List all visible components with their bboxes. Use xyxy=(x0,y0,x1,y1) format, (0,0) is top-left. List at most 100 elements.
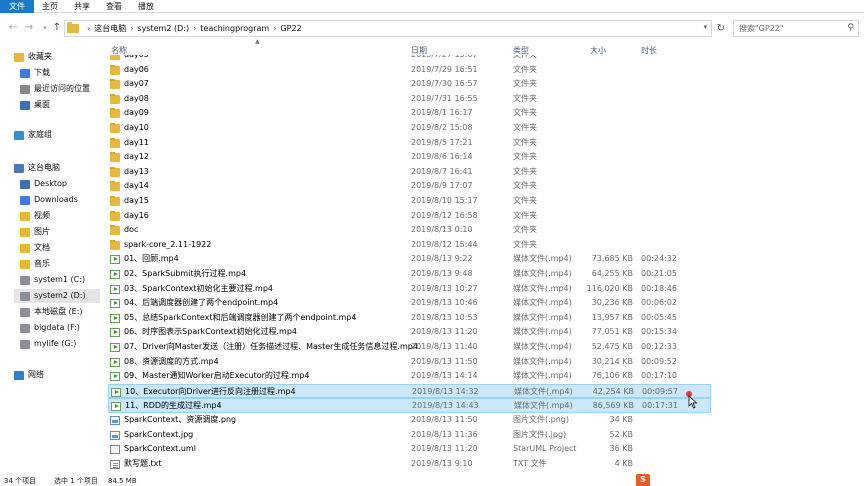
vertical-scrollbar[interactable] xyxy=(852,55,864,475)
file-row[interactable]: day09 2019/8/1 16:17 文件夹 xyxy=(108,106,711,121)
file-date: 2019/8/13 11:36 xyxy=(411,429,478,439)
status-bar: 34 个项目 选中 1 个项目 84.5 MB xyxy=(0,476,864,486)
file-type: 文件夹 xyxy=(513,225,537,235)
file-row[interactable]: 09、Master通知Worker启动Executor的过程.mp4 2019/8… xyxy=(108,369,711,384)
nav-item[interactable]: 视频 xyxy=(14,209,100,223)
file-row[interactable]: 04、后端调度器创建了两个endpoint.mp4 2019/8/13 10:46… xyxy=(108,296,711,311)
ribbon-tab[interactable]: 共享 xyxy=(66,0,98,13)
file-row[interactable]: day12 2019/8/6 16:14 文件夹 xyxy=(108,150,711,165)
file-type: 媒体文件(.mp4) xyxy=(514,386,573,396)
file-date: 2019/8/13 9:22 xyxy=(411,254,473,264)
file-row[interactable]: 03、SparkContext初始化主要过程.mp4 2019/8/13 10:2… xyxy=(108,282,711,297)
nav-item[interactable]: 本地磁盘 (E:) xyxy=(14,305,100,319)
file-date: 2019/8/13 11:40 xyxy=(411,342,478,351)
nav-item[interactable]: Downloads xyxy=(14,193,100,207)
nav-item[interactable]: 图片 xyxy=(14,225,100,239)
nav-item[interactable]: Desktop xyxy=(14,177,100,191)
nav-item[interactable]: 最近访问的位置 xyxy=(14,82,100,96)
video-file-icon xyxy=(110,255,120,265)
drive-icon xyxy=(20,323,30,333)
address-row: ← → ▾ ↑ › 这台电脑 › system2 (D:) › teaching… xyxy=(0,18,864,40)
nav-item[interactable]: 这台电脑 xyxy=(8,161,100,175)
file-row[interactable]: day06 2019/7/29 16:51 文件夹 xyxy=(108,63,711,78)
file-duration: 00:17:31 xyxy=(642,401,678,411)
file-row[interactable]: day08 2019/7/31 16:55 文件夹 xyxy=(108,92,711,107)
chevron-right-icon[interactable]: › xyxy=(130,24,133,33)
ribbon-tab[interactable]: 文件 xyxy=(0,0,34,13)
file-row[interactable]: SparkContext.jpg 2019/8/13 11:36 图片文件(.jpg… xyxy=(108,428,711,443)
ribbon-tab[interactable]: 主页 xyxy=(34,0,66,13)
address-dropdown-icon[interactable]: ▾ xyxy=(703,23,707,31)
file-row[interactable]: day15 2019/8/10 15:17 文件夹 xyxy=(108,194,711,209)
chevron-right-icon[interactable]: › xyxy=(193,24,196,33)
file-row[interactable]: day07 2019/7/30 16:57 文件夹 xyxy=(108,77,711,92)
breadcrumb-item[interactable]: 这台电脑 xyxy=(94,23,126,34)
file-date: 2019/8/13 11:20 xyxy=(411,327,478,337)
file-date: 2019/8/9 17:07 xyxy=(411,181,473,191)
file-size: 64,255 KB xyxy=(591,269,633,278)
file-row[interactable]: day16 2019/8/12 16:58 文件夹 xyxy=(108,209,711,224)
file-name: 默写题.txt xyxy=(124,458,162,468)
nav-item[interactable]: bigdata (F:) xyxy=(14,321,100,335)
file-row[interactable]: 02、SparkSubmit执行过程.mp4 2019/8/13 9:48 媒体文件… xyxy=(108,267,711,282)
file-row[interactable]: 01、回顾.mp4 2019/8/13 9:22 媒体文件(.mp4) 73,685 … xyxy=(108,252,711,267)
txt-file-icon xyxy=(110,459,120,469)
back-arrow-icon[interactable]: ← xyxy=(6,21,20,35)
nav-item[interactable]: system1 (C:) xyxy=(14,273,100,287)
file-row[interactable]: day11 2019/8/5 17:21 文件夹 xyxy=(108,136,711,151)
file-name: SparkContext、资源调度.png xyxy=(124,415,237,424)
file-row[interactable]: day10 2019/8/2 15:08 文件夹 xyxy=(108,121,711,136)
nav-item[interactable]: 家庭组 xyxy=(8,128,100,142)
file-row[interactable]: 08、资源调度的方式.mp4 2019/8/13 11:50 媒体文件(.mp4) 3… xyxy=(108,355,711,370)
nav-item[interactable]: 网络 xyxy=(8,368,100,382)
file-row[interactable]: SparkContext、资源调度.png 2019/8/13 11:50 图片文件… xyxy=(108,413,711,428)
search-input[interactable] xyxy=(739,24,839,33)
search-icon[interactable]: ⚲ xyxy=(847,23,854,33)
video-file-icon xyxy=(110,328,120,338)
nav-item[interactable]: 文档 xyxy=(14,241,100,255)
breadcrumb-item[interactable]: GP22 xyxy=(280,24,301,33)
file-duration: 00:05:45 xyxy=(641,312,677,322)
nav-item[interactable]: mylife (G:) xyxy=(14,337,100,351)
file-type: 媒体文件(.mp4) xyxy=(513,298,572,308)
ribbon-tab[interactable]: 播放 xyxy=(130,0,162,13)
file-row[interactable]: 05、总结SparkContext和后端调度器创建了两个endpoint.mp4… xyxy=(108,311,711,326)
search-box[interactable]: ⚲ xyxy=(733,20,859,37)
forward-arrow-icon[interactable]: → xyxy=(22,21,36,35)
file-row[interactable]: 06、时序图表示SparkContext初始化过程.mp4 2019/8/13 1… xyxy=(108,325,711,340)
pictures-folder-icon xyxy=(20,227,30,237)
video-file-icon xyxy=(110,270,120,279)
file-row[interactable]: day13 2019/8/7 16:41 文件夹 xyxy=(108,165,711,180)
nav-item[interactable]: 下载 xyxy=(14,66,100,80)
address-bar[interactable]: › 这台电脑 › system2 (D:) › teachingprogram … xyxy=(64,20,712,37)
file-row[interactable]: 10、Executor向Driver进行反向注册过程.mp4 2019/8/13 … xyxy=(108,383,711,399)
file-type: 媒体文件(.mp4) xyxy=(513,254,572,264)
nav-item-label: mylife (G:) xyxy=(34,339,77,348)
nav-item-label: 音乐 xyxy=(34,259,50,268)
file-row[interactable]: day05 2019/7/27 15:07 文件夹 xyxy=(108,55,711,63)
chevron-right-icon[interactable]: › xyxy=(273,24,276,33)
folder-file-icon xyxy=(110,55,120,60)
file-row[interactable]: spark-core_2.11-1922 2019/8/12 15:44 文件夹 xyxy=(108,238,711,253)
nav-item[interactable]: 音乐 xyxy=(14,257,100,271)
file-row[interactable]: 11、RDD的生成过程.mp4 2019/8/13 14:43 媒体文件(.mp4)… xyxy=(108,398,711,413)
file-name: 04、后端调度器创建了两个endpoint.mp4 xyxy=(124,298,279,308)
file-row[interactable]: doc 2019/8/13 0:10 文件夹 xyxy=(108,223,711,238)
breadcrumb-item[interactable]: teachingprogram xyxy=(200,24,269,33)
file-row[interactable]: 07、Driver向Master发送（注册）任务描述过程、Master生成任务信… xyxy=(108,340,711,355)
file-row[interactable]: 默写题.txt 2019/8/13 9:10 TXT 文件 4 KB xyxy=(108,457,711,472)
up-arrow-icon[interactable]: ↑ xyxy=(50,21,64,35)
breadcrumb-item[interactable]: system2 (D:) xyxy=(137,24,189,33)
file-type: 文件夹 xyxy=(513,123,537,132)
file-row[interactable]: SparkContext.uml 2019/8/13 11:20 StarUML P… xyxy=(108,442,711,457)
file-row[interactable]: day14 2019/8/9 17:07 文件夹 xyxy=(108,179,711,194)
nav-item[interactable]: system2 (D:) xyxy=(14,289,100,303)
video-file-icon xyxy=(110,313,120,323)
file-date: 2019/8/13 9:10 xyxy=(411,458,473,468)
ribbon-tab[interactable]: 查看 xyxy=(98,0,130,13)
refresh-icon[interactable]: ↻ xyxy=(714,23,728,35)
input-method-icon[interactable]: S xyxy=(636,474,650,486)
nav-item[interactable]: 桌面 xyxy=(14,98,100,112)
file-type: 图片文件(.jpg) xyxy=(513,429,567,439)
nav-item[interactable]: 收藏夹 xyxy=(8,50,100,64)
